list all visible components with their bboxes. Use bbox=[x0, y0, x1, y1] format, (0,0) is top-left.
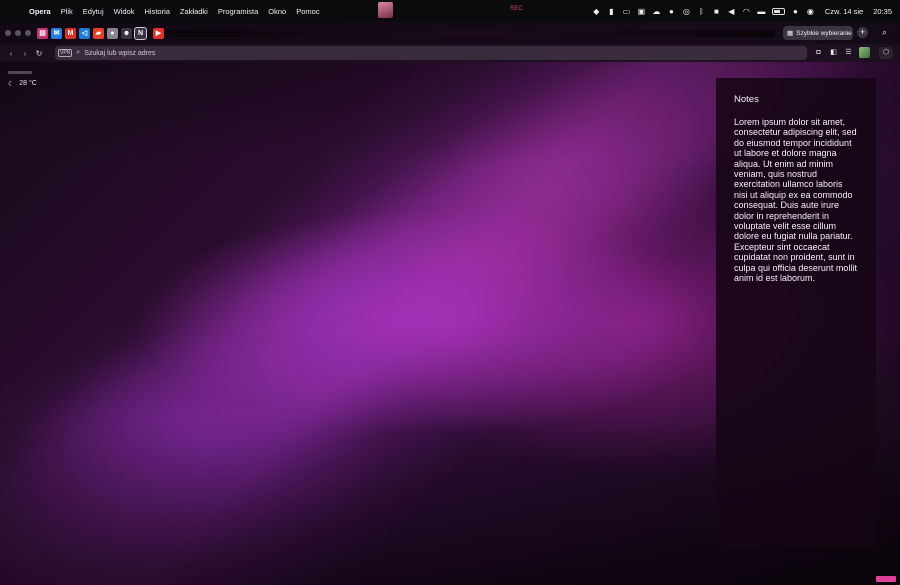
sidebar-toggle-icon[interactable]: ◧ bbox=[829, 48, 838, 57]
grid-icon: ▦ bbox=[787, 30, 794, 37]
camera-icon[interactable]: ◘ bbox=[814, 48, 823, 57]
status-area: ◆ ▮ ▭ ▣ ☁ ● ◎ ᛒ ■ ◀ ◠ ▬ ● ◉ Czw. 14 sie … bbox=[592, 0, 892, 22]
address-input[interactable]: Szukaj lub wpisz adres bbox=[84, 50, 155, 57]
moon-icon: ☾ bbox=[8, 81, 15, 88]
menu-bookmarks[interactable]: Zakładki bbox=[175, 7, 213, 16]
gmail-icon[interactable]: M bbox=[65, 27, 76, 39]
menu-bar: Opera Plik Edytuj Widok Historia Zakładk… bbox=[0, 0, 900, 22]
info-icon[interactable]: ● bbox=[667, 7, 676, 16]
weather-widget[interactable]: ☾ 28 °C bbox=[8, 80, 37, 88]
cloud-icon[interactable]: ☁ bbox=[652, 7, 661, 16]
control-center-icon[interactable]: ▬ bbox=[757, 7, 766, 16]
video-icon[interactable]: ■ bbox=[712, 7, 721, 16]
zoom-window-button[interactable] bbox=[25, 30, 31, 36]
battery-icon[interactable] bbox=[771, 7, 785, 15]
back-icon[interactable]: ‹ bbox=[4, 49, 18, 58]
tab-bar: ▤ ✉ M ◁ ▰ ● ☻ N ▶ ▦ Szybkie wybieranie + ⌕ bbox=[0, 22, 900, 44]
weather-location-redacted bbox=[8, 71, 32, 74]
menu-file[interactable]: Plik bbox=[56, 7, 78, 16]
pinned-tabs: ▤ ✉ M ◁ ▰ ● ☻ N ▶ bbox=[37, 26, 164, 40]
app-red-icon[interactable]: ▰ bbox=[93, 27, 104, 39]
speed-dial-label: Szybkie wybieranie bbox=[796, 29, 852, 37]
menu-view[interactable]: Widok bbox=[109, 7, 140, 16]
notes-text[interactable]: Lorem ipsum dolor sit amet, consectetur … bbox=[734, 117, 858, 284]
vpn-badge[interactable]: VPN bbox=[58, 49, 73, 57]
siri-icon[interactable]: ◉ bbox=[806, 7, 815, 16]
volume-icon[interactable]: ◀ bbox=[727, 7, 736, 16]
toolbar-actions: ◘ ◧ ☰ bbox=[814, 47, 870, 58]
app-status-icon[interactable]: ▣ bbox=[637, 7, 646, 16]
forward-icon[interactable]: › bbox=[18, 49, 32, 58]
minimize-window-button[interactable] bbox=[15, 30, 21, 36]
tab-speed-dial[interactable]: ▦ Szybkie wybieranie bbox=[783, 26, 853, 40]
youtube-icon[interactable]: ▶ bbox=[153, 27, 164, 39]
dropbox-icon[interactable]: ◆ bbox=[592, 7, 601, 16]
menu-date[interactable]: Czw. 14 sie bbox=[825, 7, 863, 16]
screen-mirror-icon[interactable]: ▭ bbox=[622, 7, 631, 16]
notion-icon[interactable]: N bbox=[134, 26, 147, 40]
notes-panel[interactable]: Notes Lorem ipsum dolor sit amet, consec… bbox=[716, 78, 876, 547]
menu-developer[interactable]: Programista bbox=[213, 7, 263, 16]
sync-icon[interactable]: ◎ bbox=[682, 7, 691, 16]
tab-search-icon[interactable]: ⌕ bbox=[882, 27, 887, 38]
assistant-icon[interactable]: ☻ bbox=[121, 27, 132, 39]
phone-icon[interactable]: ▮ bbox=[607, 7, 616, 16]
notes-title: Notes bbox=[734, 94, 759, 105]
bluetooth-icon[interactable]: ᛒ bbox=[697, 7, 706, 16]
recording-indicator: REC bbox=[510, 6, 523, 12]
address-bar[interactable]: VPN ⌕ Szukaj lub wpisz adres bbox=[55, 46, 807, 60]
browser-toolbar: ‹ › ↻ VPN ⌕ Szukaj lub wpisz adres ◘ ◧ ☰… bbox=[0, 44, 900, 62]
vscode-icon[interactable]: ◁ bbox=[79, 27, 90, 39]
ticket-icon[interactable]: ▤ bbox=[37, 27, 48, 39]
menu-time[interactable]: 20:35 bbox=[873, 7, 892, 16]
menu-window[interactable]: Okno bbox=[263, 7, 291, 16]
screen-recording-thumbnail[interactable] bbox=[378, 2, 393, 18]
menu-app-name[interactable]: Opera bbox=[24, 7, 56, 16]
search-icon: ⌕ bbox=[76, 49, 81, 56]
menu-history[interactable]: Historia bbox=[139, 7, 174, 16]
reload-icon[interactable]: ↻ bbox=[32, 49, 46, 58]
mail-icon[interactable]: ✉ bbox=[51, 27, 62, 39]
weather-temperature: 28 °C bbox=[19, 80, 37, 87]
avatar[interactable] bbox=[859, 47, 870, 58]
circle-icon[interactable]: ● bbox=[107, 27, 118, 39]
window-controls bbox=[5, 30, 31, 36]
extensions-icon[interactable]: ⬡ bbox=[879, 47, 893, 59]
new-tab-button[interactable]: + bbox=[857, 27, 868, 38]
menu-help[interactable]: Pomoc bbox=[291, 7, 324, 16]
corner-badge bbox=[876, 576, 896, 582]
wifi-icon[interactable]: ◠ bbox=[742, 7, 751, 16]
menu-icon[interactable]: ☰ bbox=[844, 48, 853, 57]
tab-strip-redacted bbox=[165, 30, 775, 37]
user-icon[interactable]: ● bbox=[791, 7, 800, 16]
close-window-button[interactable] bbox=[5, 30, 11, 36]
menu-edit[interactable]: Edytuj bbox=[78, 7, 109, 16]
